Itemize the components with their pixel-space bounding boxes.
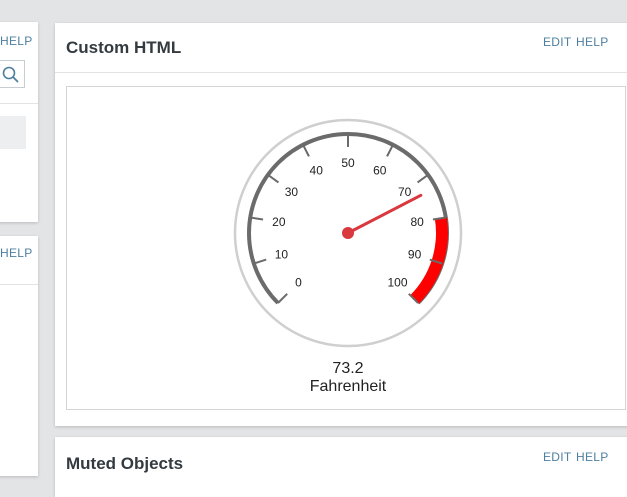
custom-html-card: Custom HTML EDIT HELP 0 10 20 30 40 50 60 70 80 9… (55, 23, 627, 426)
left-list-item[interactable] (0, 116, 26, 149)
gauge-needle-hub (342, 227, 354, 239)
gauge-tick-label: 70 (398, 185, 412, 199)
gauge-tick-label: 40 (310, 164, 324, 178)
left-divider-bottom (0, 284, 38, 285)
gauge-tick-label: 30 (285, 185, 299, 199)
left-help-link-top[interactable]: HELP (0, 34, 33, 48)
left-panel-bottom (0, 236, 38, 476)
muted-help-link[interactable]: HELP (576, 450, 609, 464)
card-header-divider (55, 72, 627, 73)
gauge-tick-label: 10 (275, 248, 289, 262)
edit-link[interactable]: EDIT (543, 35, 572, 49)
help-link[interactable]: HELP (576, 35, 609, 49)
gauge-tick-label: 80 (410, 215, 424, 229)
gauge-tick-label: 50 (341, 156, 355, 170)
left-divider-top (0, 103, 38, 104)
gauge-tick-label: 0 (295, 275, 302, 289)
muted-objects-title: Muted Objects (66, 454, 184, 473)
gauge-tick-label: 100 (387, 275, 407, 289)
muted-edit-link[interactable]: EDIT (543, 450, 572, 464)
gauge-tick-label: 60 (373, 164, 387, 178)
muted-objects-card: Muted Objects EDIT HELP (55, 437, 627, 497)
gauge-chart: 0 10 20 30 40 50 60 70 80 90100 (233, 118, 463, 348)
gauge-tick-label: 90 (408, 248, 422, 262)
left-help-link-bottom[interactable]: HELP (0, 246, 33, 260)
search-icon (2, 66, 19, 83)
gauge-unit-label: Fahrenheit (309, 378, 387, 395)
search-button[interactable] (0, 60, 25, 88)
card-title: Custom HTML (66, 38, 182, 57)
custom-html-frame: 0 10 20 30 40 50 60 70 80 90 100 73.2 Fahrenheit (66, 86, 626, 410)
gauge-tick-label: 20 (272, 215, 286, 229)
gauge-value-label: 73.2 (332, 360, 364, 377)
